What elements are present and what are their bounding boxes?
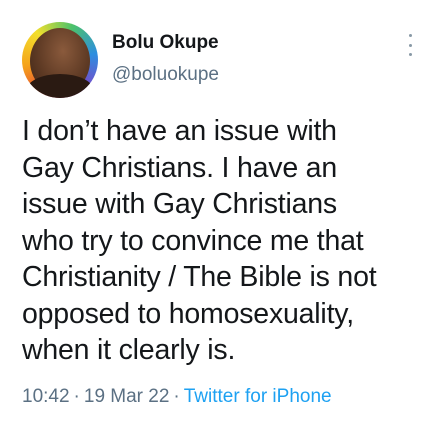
tweet-meta: 10:42 · 19 Mar 22 · Twitter for iPhone [22, 386, 332, 408]
meta-separator: · [73, 386, 80, 407]
more-vertical-icon[interactable] [406, 34, 414, 56]
tweet-date[interactable]: 19 Mar 22 [84, 386, 170, 407]
more-dot [408, 34, 412, 37]
tweet-card: Bolu Okupe @boluokupe I don’t have an is… [0, 0, 425, 432]
more-dot [408, 53, 412, 56]
avatar[interactable] [22, 22, 98, 98]
tweet-source-link[interactable]: Twitter for iPhone [184, 386, 332, 407]
author-name[interactable]: Bolu Okupe [112, 32, 219, 54]
meta-separator: · [173, 386, 180, 407]
more-dot [408, 43, 412, 47]
author-handle[interactable]: @boluokupe [112, 64, 219, 86]
tweet-text: I don’t have an issue with Gay Christian… [22, 115, 377, 366]
tweet-time[interactable]: 10:42 [22, 386, 70, 407]
